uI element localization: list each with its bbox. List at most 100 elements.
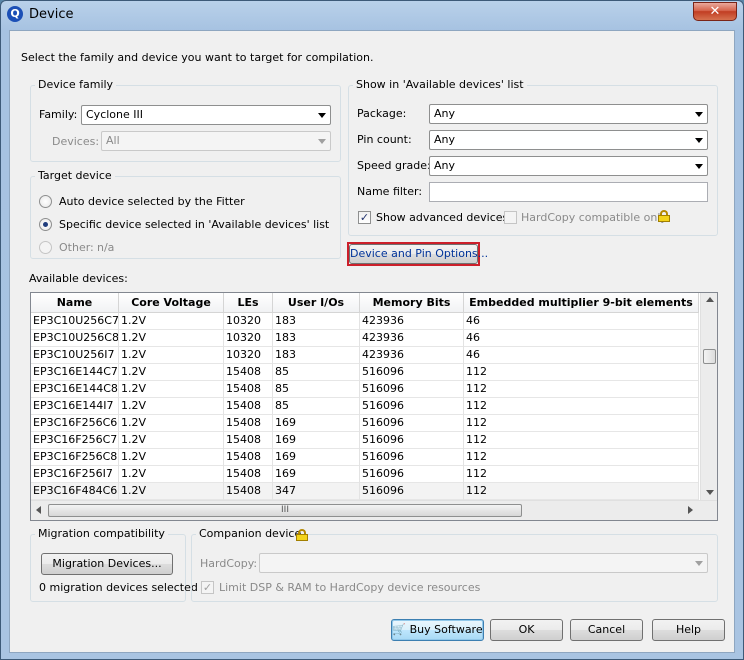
available-devices-table[interactable]: Name Core Voltage LEs User I/Os Memory B… [30,292,718,521]
cell-name: EP3C16F256C7 [31,432,119,449]
table-row[interactable]: EP3C16E144I7 1.2V 15408 85 516096 112 [31,398,699,415]
pin-count-value: Any [434,133,456,146]
close-icon[interactable]: ✕ [693,2,737,21]
cell-name: EP3C16E144C7 [31,364,119,381]
limit-dsp-checkbox[interactable]: ✓ [201,581,214,594]
device-family-group: Device family Family: Cyclone III Device… [30,78,341,162]
cell-les: 15408 [224,466,273,483]
device-family-legend: Device family [35,78,117,91]
cell-multipliers: 112 [464,364,699,381]
show-advanced-label[interactable]: Show advanced devices [376,211,508,224]
quartus-app-icon: Q [7,6,23,22]
cell-memory-bits: 516096 [360,398,464,415]
table-row[interactable]: EP3C16F256C8 1.2V 15408 169 516096 112 [31,449,699,466]
specific-device-radio[interactable] [39,218,52,231]
cell-memory-bits: 516096 [360,449,464,466]
hardcopy-only-checkbox[interactable] [504,211,517,224]
table-row[interactable]: EP3C16E144C8 1.2V 15408 85 516096 112 [31,381,699,398]
devices-select[interactable]: All [101,131,331,151]
column-header-les[interactable]: LEs [224,293,273,313]
scroll-down-arrow-icon[interactable] [706,490,714,495]
pin-count-label: Pin count: [357,133,412,146]
buy-software-button[interactable]: 🛒 Buy Software [391,619,484,641]
cell-core-voltage: 1.2V [119,364,224,381]
package-select[interactable]: Any [429,104,708,124]
vertical-scroll-thumb[interactable] [703,349,716,364]
chevron-down-icon [318,139,326,144]
cell-name: EP3C10U256I7 [31,347,119,364]
speed-grade-select[interactable]: Any [429,156,708,176]
cell-les: 15408 [224,449,273,466]
horizontal-scroll-thumb[interactable]: III [48,504,522,517]
migration-devices-button[interactable]: Migration Devices... [41,553,173,575]
cell-multipliers: 112 [464,466,699,483]
column-header-memory-bits[interactable]: Memory Bits [360,293,464,313]
column-header-user-ios[interactable]: User I/Os [273,293,360,313]
table-row[interactable]: EP3C10U256I7 1.2V 10320 183 423936 46 [31,347,699,364]
hardcopy-select[interactable] [259,553,708,573]
cell-name: EP3C16E144I7 [31,398,119,415]
table-row[interactable]: EP3C16F256C6 1.2V 15408 169 516096 112 [31,415,699,432]
name-filter-input[interactable] [429,182,708,202]
scroll-left-arrow-icon[interactable] [36,506,41,514]
companion-legend: Companion device [196,527,305,540]
column-header-multipliers[interactable]: Embedded multiplier 9-bit elements [464,293,699,313]
cell-name: EP3C10U256C7 [31,313,119,330]
cancel-button[interactable]: Cancel [570,619,643,641]
column-header-core-voltage[interactable]: Core Voltage [119,293,224,313]
cell-name: EP3C16F256C8 [31,449,119,466]
cell-les: 10320 [224,313,273,330]
other-device-radio[interactable] [39,241,52,254]
cell-memory-bits: 516096 [360,432,464,449]
show-advanced-checkbox[interactable]: ✓ [358,211,371,224]
cell-user-ios: 183 [273,313,360,330]
pin-count-select[interactable]: Any [429,130,708,150]
show-list-legend: Show in 'Available devices' list [353,78,527,91]
cell-multipliers: 112 [464,398,699,415]
cell-user-ios: 85 [273,381,360,398]
table-row[interactable]: EP3C16F256C7 1.2V 15408 169 516096 112 [31,432,699,449]
cell-les: 10320 [224,347,273,364]
table-row[interactable]: EP3C16E144C7 1.2V 15408 85 516096 112 [31,364,699,381]
cell-core-voltage: 1.2V [119,313,224,330]
cell-core-voltage: 1.2V [119,432,224,449]
dialog-body: Select the family and device you want to… [9,30,735,653]
cell-memory-bits: 516096 [360,466,464,483]
other-device-value: n/a [97,241,115,254]
scroll-right-arrow-icon[interactable] [688,506,693,514]
cell-memory-bits: 516096 [360,381,464,398]
cell-core-voltage: 1.2V [119,483,224,500]
cell-user-ios: 183 [273,330,360,347]
cell-multipliers: 112 [464,381,699,398]
table-row[interactable]: EP3C16F484C6 1.2V 15408 347 516096 112 [31,483,699,500]
device-pin-options-button[interactable]: Device and Pin Options... [349,244,488,264]
specific-device-label[interactable]: Specific device selected in 'Available d… [59,218,329,231]
ok-button[interactable]: OK [490,619,563,641]
vertical-scrollbar[interactable] [700,293,717,500]
limit-dsp-label: Limit DSP & RAM to HardCopy device resou… [219,581,481,594]
scroll-up-arrow-icon[interactable] [706,297,714,302]
auto-device-radio[interactable] [39,195,52,208]
column-header-name[interactable]: Name [31,293,119,313]
table-row[interactable]: EP3C10U256C7 1.2V 10320 183 423936 46 [31,313,699,330]
table-row[interactable]: EP3C10U256C8 1.2V 10320 183 423936 46 [31,330,699,347]
auto-device-label[interactable]: Auto device selected by the Fitter [59,195,245,208]
family-select[interactable]: Cyclone III [81,105,331,125]
cell-core-voltage: 1.2V [119,330,224,347]
target-device-legend: Target device [35,169,115,182]
window-title: Device [29,7,74,22]
cell-user-ios: 183 [273,347,360,364]
cell-les: 10320 [224,330,273,347]
migration-status: 0 migration devices selected [39,581,198,594]
horizontal-scrollbar[interactable]: III [31,500,717,520]
chevron-down-icon [695,164,703,169]
migration-group: Migration compatibility Migration Device… [30,527,198,602]
title-bar[interactable]: Q Device ✕ [1,1,743,29]
help-button[interactable]: Help [652,619,725,641]
table-row[interactable]: EP3C16F256I7 1.2V 15408 169 516096 112 [31,466,699,483]
speed-grade-value: Any [434,159,456,172]
devices-label: Devices: [52,135,100,148]
cell-user-ios: 347 [273,483,360,500]
cell-name: EP3C16E144C8 [31,381,119,398]
cell-core-voltage: 1.2V [119,398,224,415]
